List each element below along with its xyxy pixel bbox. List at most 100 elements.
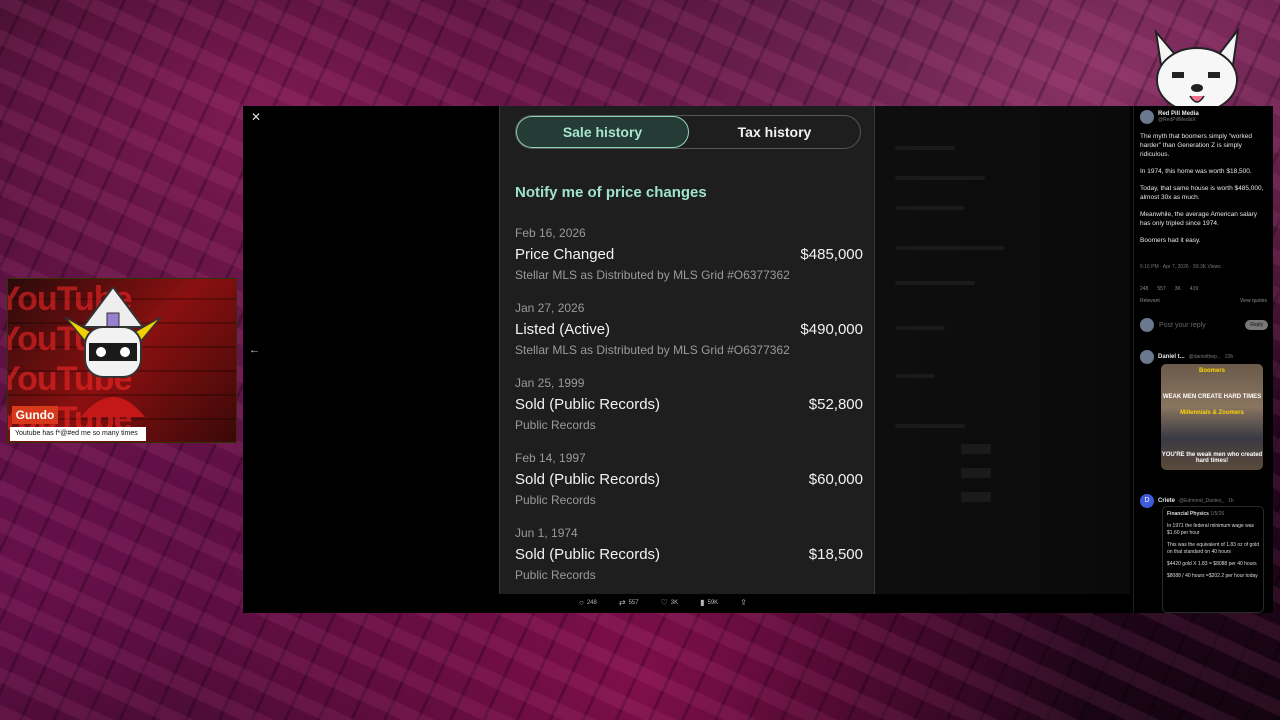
reply-header: Daniel t... @danielthep... 23h <box>1140 350 1233 364</box>
share-action[interactable]: ⇪ <box>740 598 747 607</box>
image-viewer: ✕ ← » Sale history Tax history Notify me… <box>243 106 1273 613</box>
heart-icon: ♡ <box>660 598 668 607</box>
arrow-left-icon[interactable]: ← <box>249 344 260 356</box>
repost-icon: ⇄ <box>618 598 626 607</box>
comment-icon: ○ <box>579 598 584 607</box>
list-item: Jun 1, 1974 Sold (Public Records) $18,50… <box>515 526 863 594</box>
reply-action[interactable]: ○ 248 <box>579 598 597 607</box>
event-source: Public Records <box>515 418 596 432</box>
tab-tax-history[interactable]: Tax history <box>689 116 860 148</box>
tweet-paragraph: The myth that boomers simply “worked har… <box>1140 133 1252 158</box>
views-action[interactable]: ▮ 59K <box>700 598 718 607</box>
event-date: Feb 16, 2026 <box>515 226 586 240</box>
tweet-header: Red Pill Media @RedPillMediaX <box>1140 110 1199 124</box>
event-price: $18,500 <box>808 546 863 563</box>
quote-line: $8088 / 40 hours =$202.2 per hour today <box>1167 573 1258 579</box>
event-title: Price Changed <box>515 246 615 263</box>
bookmark-count[interactable]: 419 <box>1190 286 1198 292</box>
repost-count[interactable]: 557 <box>1157 286 1165 292</box>
streamer-nameplate: Gundo <box>12 406 58 424</box>
event-price: $52,800 <box>808 396 863 413</box>
reply-count: 248 <box>586 599 597 606</box>
vtuber-avatar-icon <box>64 287 162 417</box>
blurred-button <box>961 468 991 478</box>
dimmed-background-page <box>875 106 1130 594</box>
tweet-stats: 248 557 3K 419 <box>1140 286 1198 292</box>
repost-action[interactable]: ⇄ 557 <box>619 598 639 607</box>
event-source: Public Records <box>515 568 596 582</box>
author-handle: @Edmond_Dantes_ <box>1179 498 1225 504</box>
reply-input[interactable]: Post your reply <box>1159 322 1240 329</box>
list-item: Feb 16, 2026 Price Changed $485,000 Stel… <box>515 226 863 301</box>
tweet-meta: 6:16 PM · Apr 7, 2026 · 59.3K Views <box>1140 264 1221 270</box>
list-item: Jan 25, 1999 Sold (Public Records) $52,8… <box>515 376 863 451</box>
meme-text: Millennials & Zoomers <box>1180 410 1244 416</box>
tweet-paragraph: Meanwhile, the average American salary h… <box>1140 211 1258 227</box>
blurred-line <box>895 326 945 330</box>
blurred-line <box>895 246 1005 250</box>
blurred-line <box>895 206 965 210</box>
event-title: Sold (Public Records) <box>515 396 661 413</box>
meme-text: WEAK MEN CREATE HARD TIMES <box>1162 394 1262 400</box>
avatar[interactable] <box>1140 350 1154 364</box>
sort-relevant-dropdown[interactable]: Relevant <box>1140 298 1160 304</box>
tweet-paragraph: Boomers had it easy. <box>1140 237 1201 244</box>
view-count: 59K <box>707 599 719 606</box>
tweet-sidebar: Red Pill Media @RedPillMediaX The myth t… <box>1133 106 1273 613</box>
avatar[interactable]: D <box>1140 494 1154 508</box>
list-item: Feb 14, 1997 Sold (Public Records) $60,0… <box>515 451 863 526</box>
event-source: Stellar MLS as Distributed by MLS Grid #… <box>515 268 790 282</box>
like-action[interactable]: ♡ 3K <box>661 598 679 607</box>
list-item: Jan 27, 2026 Listed (Active) $490,000 St… <box>515 301 863 376</box>
dog-mascot-icon <box>1154 28 1240 113</box>
blurred-button <box>961 444 991 454</box>
author-handle: @RedPillMediaX <box>1158 117 1196 123</box>
author-handle: @danielthep... <box>1188 354 1221 360</box>
event-date: Jan 27, 2026 <box>515 301 585 315</box>
event-price: $60,000 <box>808 471 863 488</box>
reply-composer: Post your reply Reply <box>1140 318 1268 332</box>
blurred-button <box>961 492 991 502</box>
like-count: 3K <box>670 599 679 606</box>
tweet-paragraph: In 1974, this home was worth $18,500. <box>1140 168 1252 175</box>
reply-count[interactable]: 248 <box>1140 286 1148 292</box>
sale-history-screenshot: Sale history Tax history Notify me of pr… <box>499 106 875 594</box>
meme-image[interactable]: Boomers WEAK MEN CREATE HARD TIMES Mille… <box>1161 364 1263 470</box>
reply-time: 1h <box>1228 498 1234 504</box>
avatar <box>1140 318 1154 332</box>
blurred-line <box>895 176 985 180</box>
tab-sale-history[interactable]: Sale history <box>516 116 689 148</box>
author-name[interactable]: Daniel t... <box>1158 354 1185 360</box>
blurred-line <box>895 424 965 428</box>
tweet-body: The myth that boomers simply “worked har… <box>1140 132 1268 253</box>
event-title: Sold (Public Records) <box>515 546 661 563</box>
quote-author: Financial Physics <box>1167 511 1209 517</box>
blurred-line <box>895 146 955 150</box>
blurred-line <box>895 281 975 285</box>
quote-date: 1/5/26 <box>1210 511 1225 517</box>
event-title: Listed (Active) <box>515 321 611 338</box>
event-price: $490,000 <box>800 321 863 338</box>
share-icon: ⇪ <box>740 598 747 607</box>
event-date: Jun 1, 1974 <box>515 526 578 540</box>
stream-caption: Youtube has f*@#ed me so many times <box>10 427 146 441</box>
tweet-paragraph: Today, that same house is worth $485,000… <box>1140 185 1264 201</box>
view-quotes-link[interactable]: View quotes <box>1240 298 1267 304</box>
event-source: Public Records <box>515 493 596 507</box>
reply-button[interactable]: Reply <box>1245 320 1268 330</box>
tweet-action-bar: ○ 248 ⇄ 557 ♡ 3K ▮ 59K ⇪ <box>579 598 747 607</box>
event-title: Sold (Public Records) <box>515 471 661 488</box>
meme-text: Boomers <box>1198 368 1225 374</box>
quote-line: $4420 gold X 1.83 = $8088 per 40 hours <box>1167 561 1257 567</box>
history-tabs: Sale history Tax history <box>515 115 861 149</box>
close-icon[interactable]: ✕ <box>249 110 263 124</box>
like-count[interactable]: 3K <box>1175 286 1181 292</box>
blurred-line <box>895 374 935 378</box>
avatar[interactable] <box>1140 110 1154 124</box>
notify-price-changes-link[interactable]: Notify me of price changes <box>515 184 707 201</box>
author-name[interactable]: Criete <box>1158 498 1175 504</box>
quoted-tweet[interactable]: Financial Physics 1/5/26 In 1971 the fed… <box>1162 506 1264 613</box>
quote-line: In 1971 the federal minimum wage was $1.… <box>1167 523 1254 536</box>
sale-history-list: Feb 16, 2026 Price Changed $485,000 Stel… <box>515 226 863 594</box>
event-date: Jan 25, 1999 <box>515 376 585 390</box>
